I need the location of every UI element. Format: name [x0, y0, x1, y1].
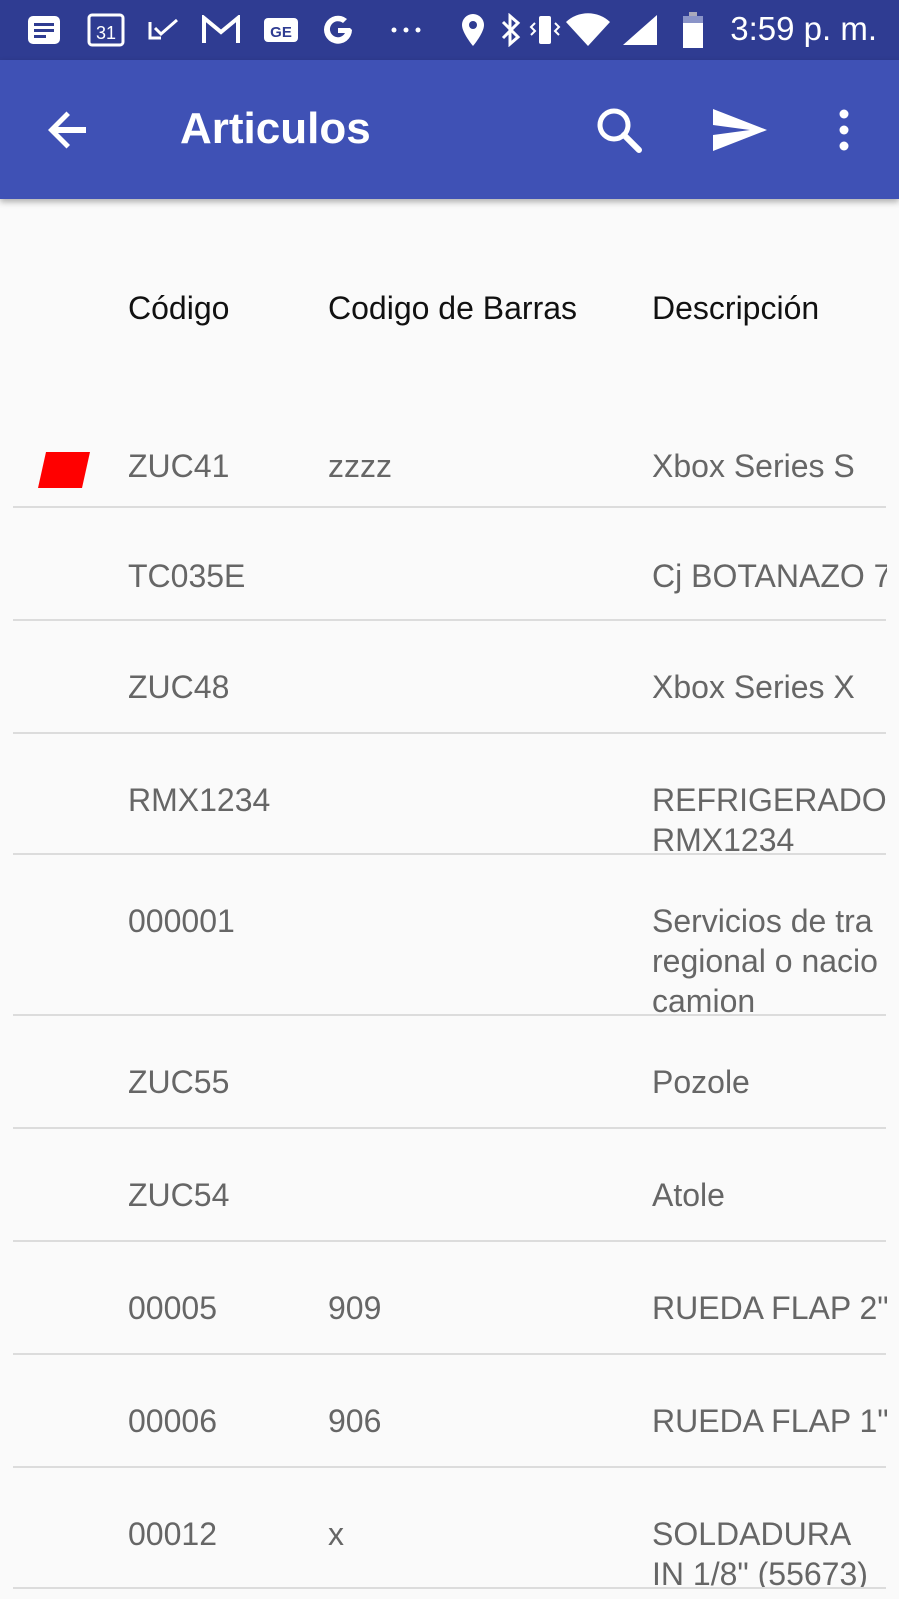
table-row[interactable]: 00012 x SOLDADURA IN 1/8" (55673) U [0, 1468, 899, 1589]
location-icon [458, 14, 488, 46]
battery-icon [678, 12, 708, 48]
cell-description: SOLDADURA IN 1/8" (55673) U [652, 1516, 868, 1589]
cell-code: 000001 [128, 903, 235, 939]
svg-text:GE: GE [270, 24, 292, 41]
table-row[interactable]: TC035E Cj BOTANAZO 7 [0, 508, 899, 621]
send-button[interactable] [710, 104, 770, 156]
cell-code: 00005 [128, 1290, 217, 1326]
send-icon [713, 109, 767, 151]
table-row[interactable]: ZUC41 zzzz Xbox Series S [0, 436, 899, 508]
cell-description: RUEDA FLAP 2" [652, 1290, 887, 1326]
cell-code: 00006 [128, 1403, 217, 1439]
cell-barcode: 906 [328, 1403, 382, 1439]
cell-description: Xbox Series X [652, 669, 855, 705]
table-row[interactable]: 00005 909 RUEDA FLAP 2" [0, 1242, 899, 1355]
table-row[interactable]: 00006 906 RUEDA FLAP 1" [0, 1355, 899, 1468]
cell-description: Atole [652, 1177, 725, 1213]
cell-description: Servicios de tra regional o nacio camion [652, 903, 878, 1016]
google-icon [318, 14, 358, 46]
wifi-icon [564, 13, 612, 47]
table-row[interactable]: ZUC48 Xbox Series X [0, 621, 899, 734]
overflow-menu-button[interactable] [826, 104, 862, 156]
cell-description: Xbox Series S [652, 448, 855, 484]
search-icon [597, 108, 642, 153]
flag-marker-icon [38, 452, 90, 488]
cell-code: RMX1234 [128, 782, 271, 818]
notes-icon [26, 14, 62, 46]
cell-code: ZUC48 [128, 669, 230, 705]
app-bar: Articulos [0, 60, 899, 199]
table-header: Código Codigo de Barras Descripción [0, 290, 899, 340]
cell-code: TC035E [128, 558, 246, 594]
gmail-icon [200, 14, 242, 46]
cell-description: RUEDA FLAP 1" [652, 1403, 887, 1439]
cell-description: REFRIGERADOR RMX1234 [652, 782, 887, 855]
row-divider [13, 1587, 886, 1589]
check-icon [146, 14, 182, 46]
table-row[interactable]: 000001 Servicios de tra regional o nacio… [0, 855, 899, 1016]
cell-code: ZUC54 [128, 1177, 230, 1213]
cell-barcode: zzzz [328, 448, 392, 484]
header-description: Descripción [652, 290, 820, 326]
ge-icon: GE [262, 14, 300, 46]
search-button[interactable] [593, 104, 645, 156]
vibrate-icon [525, 14, 565, 46]
table-row[interactable]: ZUC54 Atole [0, 1129, 899, 1242]
cell-barcode: 909 [328, 1290, 382, 1326]
more-vert-icon [839, 109, 849, 151]
calendar-icon: 31 [86, 13, 126, 47]
cell-code: 00012 [128, 1516, 217, 1552]
page-title: Articulos [180, 104, 371, 153]
cell-description: Pozole [652, 1064, 750, 1100]
bluetooth-icon [497, 13, 525, 47]
table-row[interactable]: RMX1234 REFRIGERADOR RMX1234 [0, 734, 899, 855]
back-button[interactable] [44, 105, 94, 155]
cell-barcode: x [328, 1516, 344, 1552]
cell-description: Cj BOTANAZO 7 [652, 558, 887, 594]
clock: 3:59 p. m. [730, 10, 877, 47]
header-code: Código [128, 290, 230, 326]
cell-code: ZUC55 [128, 1064, 230, 1100]
cell-code: ZUC41 [128, 448, 230, 484]
more-dots-icon [386, 14, 426, 46]
table-row[interactable]: ZUC55 Pozole [0, 1016, 899, 1129]
header-barcode: Codigo de Barras [328, 290, 578, 326]
svg-text:31: 31 [96, 23, 116, 43]
arrow-back-icon [48, 111, 86, 149]
status-bar: 31 GE 3:59 p. m. [0, 0, 899, 60]
signal-icon [620, 14, 660, 46]
